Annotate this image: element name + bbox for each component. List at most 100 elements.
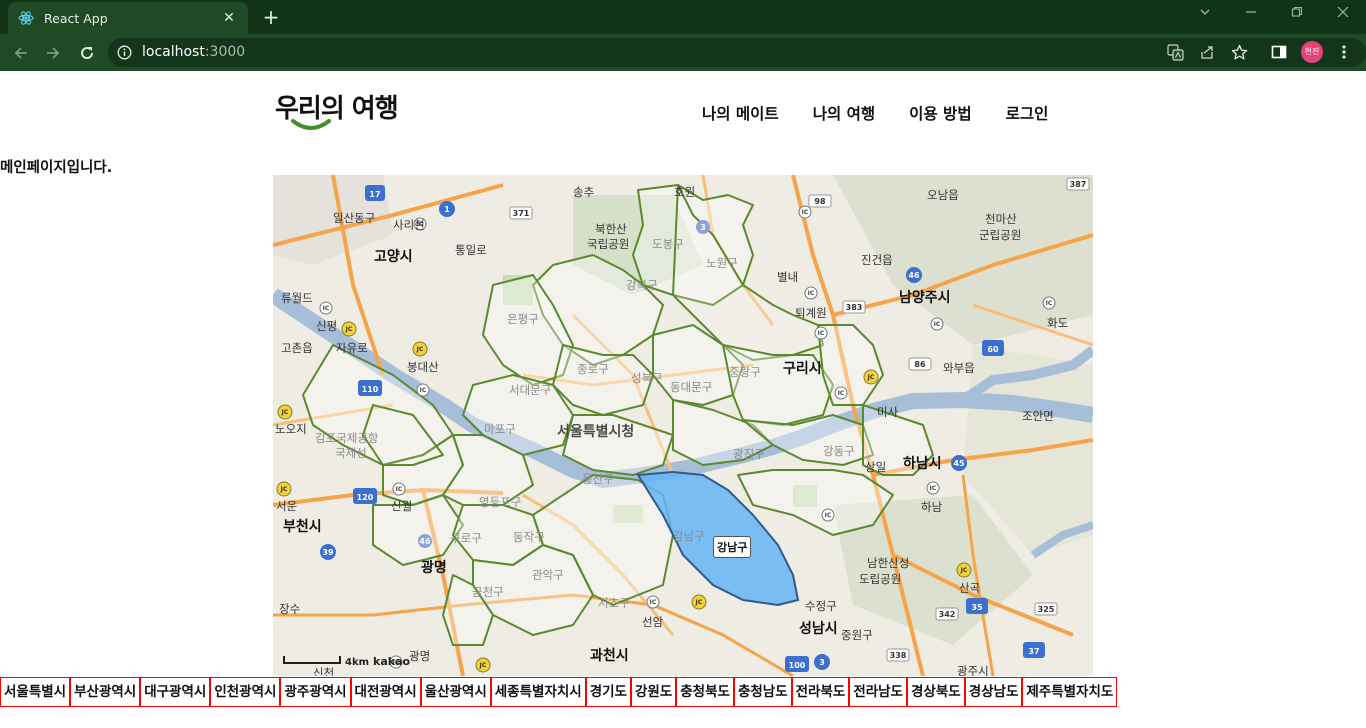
- map-label-city-hall: 서울특별시청: [557, 424, 635, 440]
- map-label-gochoneup: 고촌읍: [281, 341, 313, 355]
- map-label-misa: 미사: [877, 405, 899, 419]
- region-busan[interactable]: 부산광역시: [70, 677, 141, 707]
- region-seoul[interactable]: 서울특별시: [0, 677, 71, 707]
- browser-toolbar: localhost:3000 현진: [0, 34, 1366, 71]
- svg-text:JC: JC: [345, 326, 353, 333]
- minimize-icon[interactable]: [1233, 4, 1269, 26]
- region-sejong[interactable]: 세종특별자치시: [490, 677, 586, 707]
- nav-how-to-use[interactable]: 이용 방법: [909, 102, 971, 124]
- translate-icon[interactable]: [1165, 42, 1185, 62]
- map-label-seonam: 선암: [642, 615, 664, 629]
- svg-text:383: 383: [846, 303, 863, 312]
- region-list: 서울특별시 부산광역시 대구광역시 인천광역시 광주광역시 대전광역시 울산광역…: [0, 677, 1118, 707]
- svg-text:JC: JC: [960, 567, 968, 574]
- react-icon: [18, 10, 34, 26]
- map-label-dongjak: 동작구: [513, 530, 545, 544]
- bookmark-star-icon[interactable]: [1229, 42, 1249, 62]
- svg-text:IC: IC: [808, 290, 815, 297]
- svg-text:98: 98: [814, 197, 826, 206]
- profile-avatar[interactable]: 현진: [1301, 41, 1323, 63]
- kakao-map[interactable]: 17 110 120 60 35 37 100 371 98 383 86 38…: [273, 175, 1093, 676]
- region-gangwon[interactable]: 강원도: [630, 677, 677, 707]
- map-label-seodaemun: 서대문구: [509, 383, 552, 397]
- region-jeju[interactable]: 제주특별자치도: [1022, 677, 1118, 707]
- region-incheon[interactable]: 인천광역시: [210, 677, 281, 707]
- browser-tab[interactable]: React App ✕: [8, 2, 248, 34]
- map-label-jongno: 종로구: [577, 362, 609, 376]
- map-label-jungnang: 중랑구: [729, 365, 761, 379]
- back-icon[interactable]: [8, 40, 34, 66]
- map-label-seocho: 서초구: [598, 596, 630, 610]
- svg-text:JC: JC: [281, 409, 289, 416]
- map-label-namhansanseong: 남한산성: [867, 556, 910, 570]
- svg-text:110: 110: [362, 385, 379, 394]
- main-nav: 나의 메이트 나의 여행 이용 방법 로그인: [702, 102, 1048, 124]
- svg-text:JC: JC: [867, 374, 875, 381]
- map-label-bucheon: 부천시: [283, 519, 322, 535]
- side-panel-icon[interactable]: [1269, 42, 1289, 62]
- map-label-bukhansan: 북한산: [595, 222, 627, 236]
- svg-text:45: 45: [953, 459, 965, 468]
- map-label-bongdaesan: 봉대산: [407, 360, 439, 374]
- svg-text:IC: IC: [802, 209, 809, 216]
- nav-login[interactable]: 로그인: [1006, 102, 1049, 124]
- svg-text:IC: IC: [838, 390, 845, 397]
- nav-my-mate[interactable]: 나의 메이트: [702, 102, 779, 124]
- map-label-nooji: 노오지: [275, 422, 307, 436]
- map-label-ryuworld: 류월드: [281, 291, 313, 305]
- svg-text:IC: IC: [323, 305, 330, 312]
- region-gyeonggi[interactable]: 경기도: [585, 677, 631, 707]
- map-label-eunpyeong: 은평구: [507, 312, 539, 326]
- map-label-nowon: 노원구: [706, 256, 738, 270]
- url-port: :3000: [204, 44, 246, 60]
- selected-district-label: 강남구: [713, 536, 752, 558]
- svg-text:371: 371: [513, 209, 530, 218]
- svg-text:387: 387: [1070, 180, 1087, 189]
- svg-text:39: 39: [322, 548, 334, 557]
- region-chungnam[interactable]: 충청남도: [733, 677, 792, 707]
- svg-text:46: 46: [908, 271, 920, 280]
- forward-icon[interactable]: [40, 40, 66, 66]
- region-ulsan[interactable]: 울산광역시: [420, 677, 491, 707]
- svg-text:342: 342: [939, 610, 956, 619]
- more-menu-icon[interactable]: [1334, 42, 1354, 62]
- map-label-namhansanseong-park: 도립공원: [859, 572, 902, 586]
- region-jeonnam[interactable]: 전라남도: [849, 677, 907, 707]
- region-daegu[interactable]: 대구광역시: [140, 677, 211, 707]
- map-label-sangil: 상일: [865, 460, 887, 474]
- new-tab-button[interactable]: +: [258, 4, 284, 30]
- svg-text:46: 46: [419, 537, 431, 546]
- site-info-icon[interactable]: [117, 45, 132, 60]
- map-scale-bar: [283, 656, 341, 664]
- svg-text:JC: JC: [416, 346, 424, 353]
- url-text: localhost:3000: [142, 44, 245, 60]
- share-icon[interactable]: [1197, 42, 1217, 62]
- map-label-seoun: 서운: [276, 499, 298, 513]
- svg-text:325: 325: [1038, 605, 1055, 614]
- map-label-songchu: 송추: [573, 185, 595, 199]
- nav-my-trip[interactable]: 나의 여행: [813, 102, 875, 124]
- region-gyeongbuk[interactable]: 경상북도: [907, 677, 965, 707]
- map-label-bukhansan-park: 국립공원: [587, 237, 630, 251]
- map-label-gukjeseon: 국제선: [335, 446, 367, 460]
- restore-icon[interactable]: [1279, 4, 1315, 26]
- tab-close-icon[interactable]: ✕: [220, 10, 238, 26]
- region-gyeongnam[interactable]: 경상남도: [964, 677, 1023, 707]
- map-scale-label: 4km: [345, 657, 370, 668]
- region-daejeon[interactable]: 대전광역시: [350, 677, 421, 707]
- map-label-sinwol: 신월: [391, 499, 413, 513]
- svg-text:100: 100: [789, 661, 806, 670]
- map-label-gangdong: 강동구: [823, 444, 855, 458]
- map-label-hanam: 하남시: [903, 456, 942, 472]
- region-gwangju[interactable]: 광주광역시: [280, 677, 351, 707]
- reload-icon[interactable]: [74, 40, 100, 66]
- map-label-joan: 조안면: [1022, 409, 1054, 423]
- map-label-oenamgeup: 오남읍: [927, 188, 959, 202]
- map-label-wabueup: 와부읍: [943, 361, 975, 375]
- region-chungbuk[interactable]: 충청북도: [676, 677, 734, 707]
- region-jeonbuk[interactable]: 전라북도: [791, 677, 850, 707]
- tab-search-icon[interactable]: [1187, 4, 1223, 26]
- close-window-icon[interactable]: [1325, 4, 1361, 26]
- site-logo[interactable]: 우리의 여행: [275, 88, 415, 132]
- map-label-geumcheon: 금천구: [472, 585, 504, 599]
